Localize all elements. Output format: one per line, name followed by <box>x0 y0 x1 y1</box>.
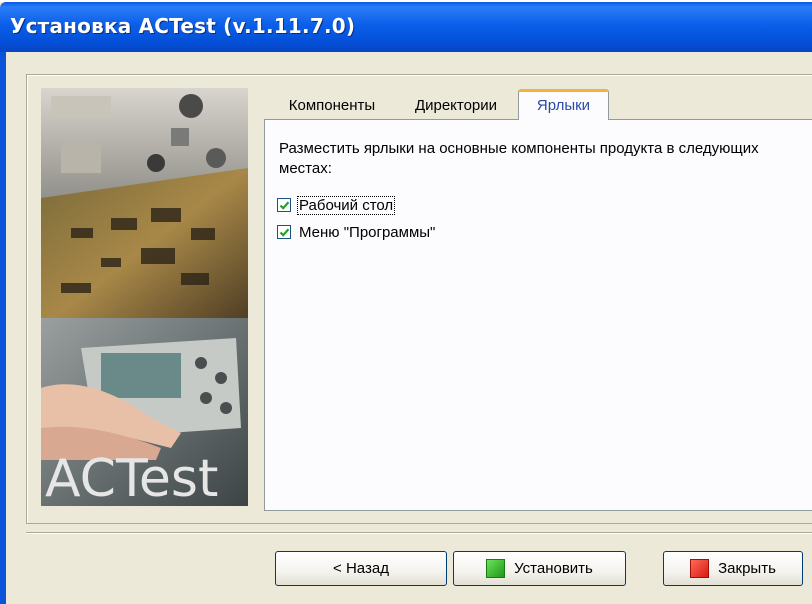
install-button[interactable]: Установить <box>453 551 626 586</box>
desktop-checkbox[interactable] <box>277 198 291 212</box>
tab-components[interactable]: Компоненты <box>273 93 391 119</box>
back-button-label: < Назад <box>333 560 389 577</box>
checkmark-icon <box>279 228 290 237</box>
shortcuts-description: Разместить ярлыки на основные компоненты… <box>279 140 759 177</box>
product-banner-image: ACTest <box>41 88 248 506</box>
title-bar[interactable]: Установка ACTest (v.1.11.7.0) <box>0 2 812 52</box>
brand-logo-text: ACTest <box>45 449 218 506</box>
close-button[interactable]: Закрыть <box>663 551 803 586</box>
desktop-checkbox-label[interactable]: Рабочий стол <box>296 195 396 215</box>
close-button-label: Закрыть <box>718 560 776 577</box>
tab-directories[interactable]: Директории <box>398 93 514 119</box>
green-square-icon <box>486 559 506 578</box>
option-programs-menu[interactable]: Меню "Программы" <box>277 221 436 243</box>
programs-menu-checkbox-label[interactable]: Меню "Программы" <box>298 224 436 241</box>
option-desktop[interactable]: Рабочий стол <box>277 194 396 216</box>
window-title: Установка ACTest (v.1.11.7.0) <box>10 14 356 38</box>
tab-shortcuts[interactable]: Ярлыки <box>518 89 609 120</box>
programs-menu-checkbox[interactable] <box>277 225 291 239</box>
window-border <box>0 52 6 604</box>
red-square-icon <box>690 559 710 578</box>
back-button[interactable]: < Назад <box>275 551 447 586</box>
checkmark-icon <box>279 201 290 210</box>
install-button-label: Установить <box>514 560 593 577</box>
footer-separator <box>26 532 812 534</box>
